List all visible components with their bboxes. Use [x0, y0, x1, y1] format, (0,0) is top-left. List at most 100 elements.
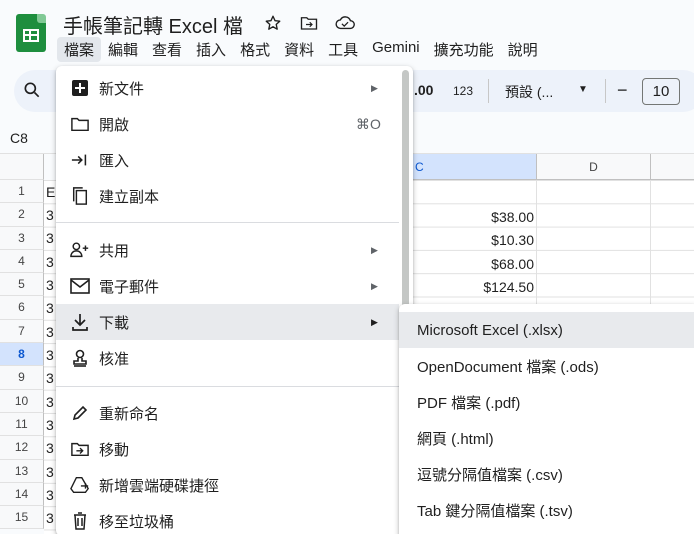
cell-a-fragment[interactable]: 3 [46, 464, 54, 480]
font-size-input[interactable]: 10 [642, 78, 680, 105]
row-header[interactable]: 11 [0, 412, 44, 437]
select-all-corner[interactable] [0, 154, 44, 180]
cell-a-fragment[interactable]: 3 [46, 510, 54, 526]
menu-item-open[interactable]: 開啟 ⌘O [56, 106, 399, 142]
menu-tools[interactable]: 工具 [321, 37, 365, 62]
row-header[interactable]: 5 [0, 273, 44, 297]
document-title[interactable]: 手帳筆記轉 Excel 檔 [63, 10, 243, 39]
row-header[interactable]: 15 [0, 506, 44, 530]
row-header[interactable]: 14 [0, 482, 44, 507]
row-header[interactable]: 12 [0, 436, 44, 460]
row-header[interactable]: 4 [0, 249, 44, 274]
row-header[interactable]: 7 [0, 319, 44, 344]
menu-item-rename[interactable]: 重新命名 [56, 395, 399, 431]
download-xlsx[interactable]: Microsoft Excel (.xlsx) [399, 312, 694, 348]
column-header-c[interactable]: C [413, 154, 537, 180]
submenu-arrow-icon: ▶ [371, 244, 378, 255]
menu-item-move[interactable]: 移動 [56, 431, 399, 467]
menu-insert[interactable]: 插入 [189, 37, 233, 62]
menu-item-label: 開啟 [99, 116, 130, 134]
more-formats-button[interactable]: 123 [453, 84, 473, 98]
menu-help[interactable]: 說明 [501, 37, 545, 62]
menu-item-email[interactable]: 電子郵件 ▶ [56, 268, 399, 304]
menu-file[interactable]: 檔案 [57, 37, 102, 62]
download-csv[interactable]: 逗號分隔值檔案 (.csv) [399, 456, 694, 492]
row-header[interactable]: 10 [0, 389, 44, 413]
cell-a-fragment[interactable]: 3 [46, 440, 54, 456]
menu-item-approvals[interactable]: 核准 [56, 340, 399, 376]
download-ods[interactable]: OpenDocument 檔案 (.ods) [399, 348, 694, 384]
column-header-d[interactable]: D [537, 154, 651, 180]
column-header-e[interactable] [651, 154, 694, 180]
cell-a-fragment[interactable]: 3 [46, 230, 54, 246]
increase-decimal-button[interactable]: .00 [414, 82, 433, 98]
sheets-logo-icon[interactable] [16, 14, 46, 52]
menu-item-label: 下載 [99, 314, 130, 332]
row-header[interactable]: 13 [0, 459, 44, 483]
cell-a-fragment[interactable]: 3 [46, 207, 54, 223]
menu-extensions[interactable]: 擴充功能 [427, 37, 501, 62]
menu-item-label: 電子郵件 [99, 278, 160, 296]
cell-a-fragment[interactable]: 3 [46, 487, 54, 503]
cell-a-fragment[interactable]: 3 [46, 370, 54, 386]
font-dropdown-arrow-icon[interactable]: ▼ [578, 84, 588, 95]
cell-a-fragment[interactable]: 3 [46, 417, 54, 433]
search-menus-icon[interactable] [22, 80, 42, 105]
cell-a-fragment[interactable]: 3 [46, 277, 54, 293]
menu-format[interactable]: 格式 [233, 37, 277, 62]
menu-item-label: 共用 [99, 242, 130, 260]
download-html[interactable]: 網頁 (.html) [399, 420, 694, 456]
submenu-item-label: OpenDocument 檔案 (.ods) [417, 358, 599, 376]
cloud-saved-icon[interactable] [334, 12, 356, 34]
submenu-arrow-icon: ▶ [371, 280, 378, 291]
menu-item-label: 移動 [99, 441, 130, 459]
cell-a-fragment[interactable]: 3 [46, 394, 54, 410]
row-header[interactable]: 2 [0, 203, 44, 227]
download-pdf[interactable]: PDF 檔案 (.pdf) [399, 384, 694, 420]
cell-c5[interactable]: $124.50 [440, 279, 534, 295]
row-header[interactable]: 9 [0, 366, 44, 390]
star-icon[interactable] [262, 12, 284, 34]
menu-edit[interactable]: 編輯 [101, 37, 145, 62]
menu-data[interactable]: 資料 [277, 37, 321, 62]
trash-icon [70, 511, 90, 531]
menu-item-import[interactable]: 匯入 [56, 142, 399, 178]
menu-item-make-copy[interactable]: 建立副本 [56, 178, 399, 214]
menu-item-move-to-trash[interactable]: 移至垃圾桶 [56, 503, 399, 534]
toolbar-divider [488, 79, 489, 103]
row-header[interactable]: 1 [0, 180, 44, 204]
menu-gemini[interactable]: Gemini [365, 37, 427, 62]
submenu-arrow-icon: ▶ [371, 82, 378, 93]
menu-item-label: 匯入 [99, 152, 130, 170]
cell-c2[interactable]: $38.00 [440, 209, 534, 225]
cell-a-fragment[interactable]: 3 [46, 300, 54, 316]
menu-scrollbar[interactable] [402, 70, 409, 310]
cell-a-fragment[interactable]: 3 [46, 324, 54, 340]
decrease-font-size-button[interactable]: − [617, 80, 628, 101]
row-header-selected[interactable]: 8 [0, 343, 44, 367]
cell-a-fragment[interactable]: E [46, 184, 55, 200]
menu-item-label: 建立副本 [99, 188, 160, 206]
folder-open-icon [70, 114, 90, 134]
name-box[interactable]: C8 [10, 130, 28, 146]
email-icon [70, 276, 90, 296]
file-menu-dropdown: 新文件 ▶ 開啟 ⌘O 匯入 建立副本 共用 ▶ 電子郵件 ▶ 下載 ▶ 核准 … [56, 66, 413, 534]
menu-item-add-shortcut[interactable]: 新增雲端硬碟捷徑 [56, 467, 399, 503]
cell-c4[interactable]: $68.00 [440, 256, 534, 272]
move-folder-icon [70, 439, 90, 459]
share-person-icon [70, 240, 90, 260]
move-to-folder-icon[interactable] [298, 12, 320, 34]
menu-view[interactable]: 查看 [145, 37, 189, 62]
cell-a-fragment[interactable]: 3 [46, 347, 54, 363]
cell-c3[interactable]: $10.30 [440, 232, 534, 248]
row-header[interactable]: 3 [0, 226, 44, 250]
submenu-item-label: 網頁 (.html) [417, 430, 494, 448]
menu-item-label: 核准 [99, 350, 130, 368]
download-tsv[interactable]: Tab 鍵分隔值檔案 (.tsv) [399, 492, 694, 528]
menu-item-download[interactable]: 下載 ▶ [56, 304, 399, 340]
menu-item-new[interactable]: 新文件 ▶ [56, 70, 399, 106]
cell-a-fragment[interactable]: 3 [46, 254, 54, 270]
row-header[interactable]: 6 [0, 296, 44, 320]
menu-item-share[interactable]: 共用 ▶ [56, 232, 399, 268]
font-family-select[interactable]: 預設 (... [505, 82, 553, 102]
